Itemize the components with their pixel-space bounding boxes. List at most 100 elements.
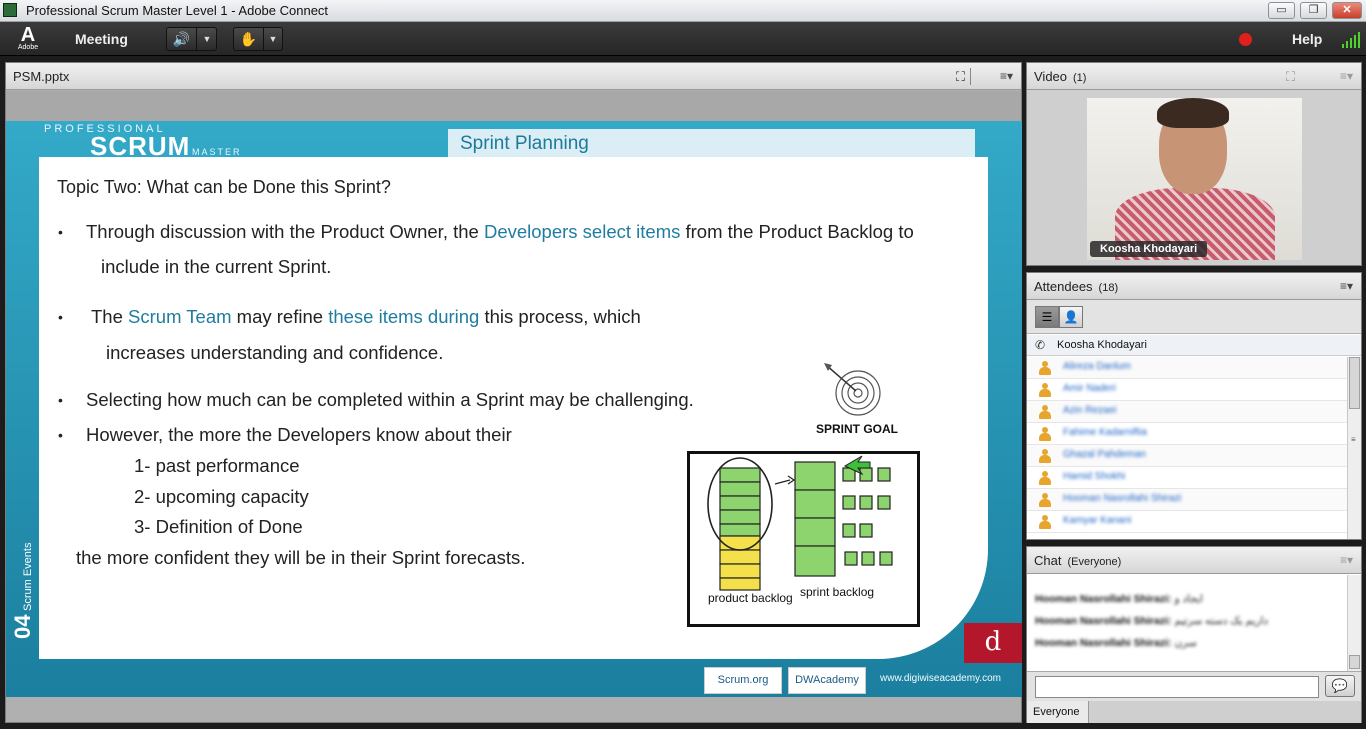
pod-menu-icon[interactable]: ≡▾ (1340, 69, 1353, 83)
recording-indicator[interactable] (1239, 33, 1252, 46)
attendee-scrollbar[interactable]: ≡ (1347, 357, 1361, 539)
help-menu[interactable]: Help (1292, 31, 1322, 47)
list-view-icon[interactable]: ☰ (1035, 306, 1059, 328)
video-pod: Video (1) ⛶ ≡▾ Koosha Khodayari (1026, 62, 1362, 266)
bullet: • (58, 392, 63, 408)
role-view-icon[interactable]: 👤 (1059, 306, 1083, 328)
backlog-drawing: product backlog sprint backlog (707, 455, 893, 605)
chat-tab-everyone[interactable]: Everyone (1027, 701, 1089, 723)
chat-pod: Chat (Everyone) ≡▾ Hooman Nasrollahi Shir… (1026, 546, 1362, 723)
chevron-down-icon[interactable]: ▼ (198, 28, 216, 50)
app-icon (3, 3, 17, 17)
slide-topic: Topic Two: What can be Done this Sprint? (57, 177, 391, 197)
participant-icon (1039, 515, 1051, 529)
bullet: • (58, 224, 63, 240)
sprint-goal-illustration: SPRINT GOAL (816, 361, 899, 436)
slide-side-tag: 04 Scrum Events (10, 543, 38, 661)
audio-control[interactable]: 🔊 ▼ (166, 27, 217, 51)
chat-input[interactable] (1035, 676, 1319, 698)
chat-message: Hooman Nasrollahi Shirazi: ایجاد و (1035, 593, 1203, 605)
bullet-2-continuation: increases understanding and confidence. (106, 342, 444, 363)
bullet-1: Through discussion with the Product Owne… (86, 221, 914, 242)
chat-tab-bar: Everyone (1027, 701, 1361, 723)
presenter-name: Koosha Khodayari (1090, 241, 1208, 257)
speech-bubble-icon: 💬 (1331, 678, 1349, 693)
bullet-4: However, the more the Developers know ab… (86, 424, 512, 445)
side-text: Scrum Events (22, 542, 34, 611)
attendee-row[interactable]: Fahime Kadarniftia (1027, 423, 1347, 445)
participant-icon (1039, 471, 1051, 485)
slide-conclusion: the more confident they will be in their… (76, 547, 526, 568)
status-control[interactable]: ✋ ▼ (233, 27, 283, 51)
attendee-row[interactable]: Hooman Nasrollahi Shirazi (1027, 489, 1347, 511)
host-row[interactable]: ✆ Koosha Khodayari (1027, 335, 1361, 356)
video-pod-title: Video (1034, 69, 1068, 84)
bullet-1-continuation: include in the current Sprint. (101, 256, 332, 277)
attendee-row[interactable]: Azin Rezaei (1027, 401, 1347, 423)
bullet: • (58, 427, 63, 443)
attendee-list: Alireza Danlum Amir Naderi Azin Rezaei F… (1027, 357, 1347, 539)
adobe-logo: A Adobe (17, 24, 39, 51)
attendees-pod-header: Attendees (18) ≡▾ (1027, 273, 1361, 300)
target-icon (824, 363, 881, 416)
footer-url: www.digiwiseacademy.com (880, 673, 1001, 684)
video-feed[interactable]: Koosha Khodayari (1087, 98, 1302, 260)
close-button[interactable]: ✕ (1332, 2, 1362, 19)
dw-academy-logo: DWAcademy (788, 667, 866, 694)
sprint-goal-label: SPRINT GOAL (816, 422, 899, 436)
chat-pod-header: Chat (Everyone) ≡▾ (1027, 547, 1361, 574)
digiwise-logo: d (964, 623, 1022, 663)
side-number: 04 (10, 614, 35, 639)
participant-icon (1039, 405, 1051, 419)
presentation-slide: PROFESSIONAL SCRUM MASTER Sprint Plannin… (6, 121, 1022, 697)
minimize-button[interactable]: ▭ (1268, 2, 1295, 19)
backlog-illustration: product backlog sprint backlog (687, 451, 920, 627)
bullet: • (58, 309, 63, 325)
pod-menu-icon[interactable]: ≡▾ (1000, 69, 1013, 83)
attendee-count: (18) (1098, 282, 1119, 294)
attendee-view-toolbar: ☰ 👤 (1027, 300, 1361, 334)
brand-master: MASTER (192, 147, 242, 157)
fullscreen-icon[interactable]: ⛶ (956, 69, 965, 85)
window-titlebar: Professional Scrum Master Level 1 - Adob… (0, 0, 1366, 22)
attendee-row[interactable]: Amir Naderi (1027, 379, 1347, 401)
bullet-3: Selecting how much can be completed with… (86, 389, 694, 410)
pod-menu-icon[interactable]: ≡▾ (1340, 279, 1353, 293)
participant-icon (1039, 493, 1051, 507)
sub-item-3: 3- Definition of Done (134, 516, 303, 537)
scrum-org-logo: Scrum.org (704, 667, 782, 694)
attendee-row[interactable]: Alireza Danlum (1027, 357, 1347, 379)
share-pod-title: PSM.pptx (13, 69, 70, 84)
participant-icon (1039, 427, 1051, 441)
chat-scrollbar[interactable] (1347, 575, 1361, 671)
chat-message: Hooman Nasrollahi Shirazi: داریم یک دسته… (1035, 615, 1269, 627)
sub-item-1: 1- past performance (134, 455, 300, 476)
video-count: (1) (1073, 72, 1087, 84)
attendee-row[interactable]: Kamyar Kanani (1027, 511, 1347, 533)
attendee-row[interactable]: Hamid Shokhi (1027, 467, 1347, 489)
restore-button[interactable]: ❐ (1300, 2, 1327, 19)
product-backlog-label: product backlog (708, 591, 793, 605)
sprint-backlog-label: sprint backlog (800, 585, 874, 599)
meeting-menubar: A Adobe Meeting 🔊 ▼ ✋ ▼ Help (0, 22, 1366, 56)
chevron-down-icon[interactable]: ▼ (264, 28, 282, 50)
window-title: Professional Scrum Master Level 1 - Adob… (26, 3, 329, 18)
connection-signal-icon (1342, 32, 1360, 48)
host-name: Koosha Khodayari (1057, 339, 1147, 351)
fullscreen-icon[interactable]: ⛶ (1286, 69, 1295, 85)
participant-icon (1039, 449, 1051, 463)
meeting-menu[interactable]: Meeting (75, 31, 128, 47)
raise-hand-icon[interactable]: ✋ (234, 28, 264, 50)
send-message-button[interactable]: 💬 (1325, 675, 1355, 697)
phone-icon: ✆ (1035, 338, 1046, 352)
speaker-icon[interactable]: 🔊 (167, 28, 197, 50)
attendees-pod-title: Attendees (1034, 279, 1093, 294)
share-pod-header: PSM.pptx ⛶ ≡▾ (6, 63, 1021, 90)
attendee-row[interactable]: Ghazal Pahdeman (1027, 445, 1347, 467)
sub-item-2: 2- upcoming capacity (134, 486, 309, 507)
participant-icon (1039, 361, 1051, 375)
video-pod-header: Video (1) ⛶ ≡▾ (1027, 63, 1361, 90)
pod-menu-icon[interactable]: ≡▾ (1340, 553, 1353, 567)
chat-message: Hooman Nasrollahi Shirazi: سرن (1035, 637, 1197, 649)
share-pod: PSM.pptx ⛶ ≡▾ PROFESSIONAL SCRUM MASTER … (5, 62, 1022, 723)
